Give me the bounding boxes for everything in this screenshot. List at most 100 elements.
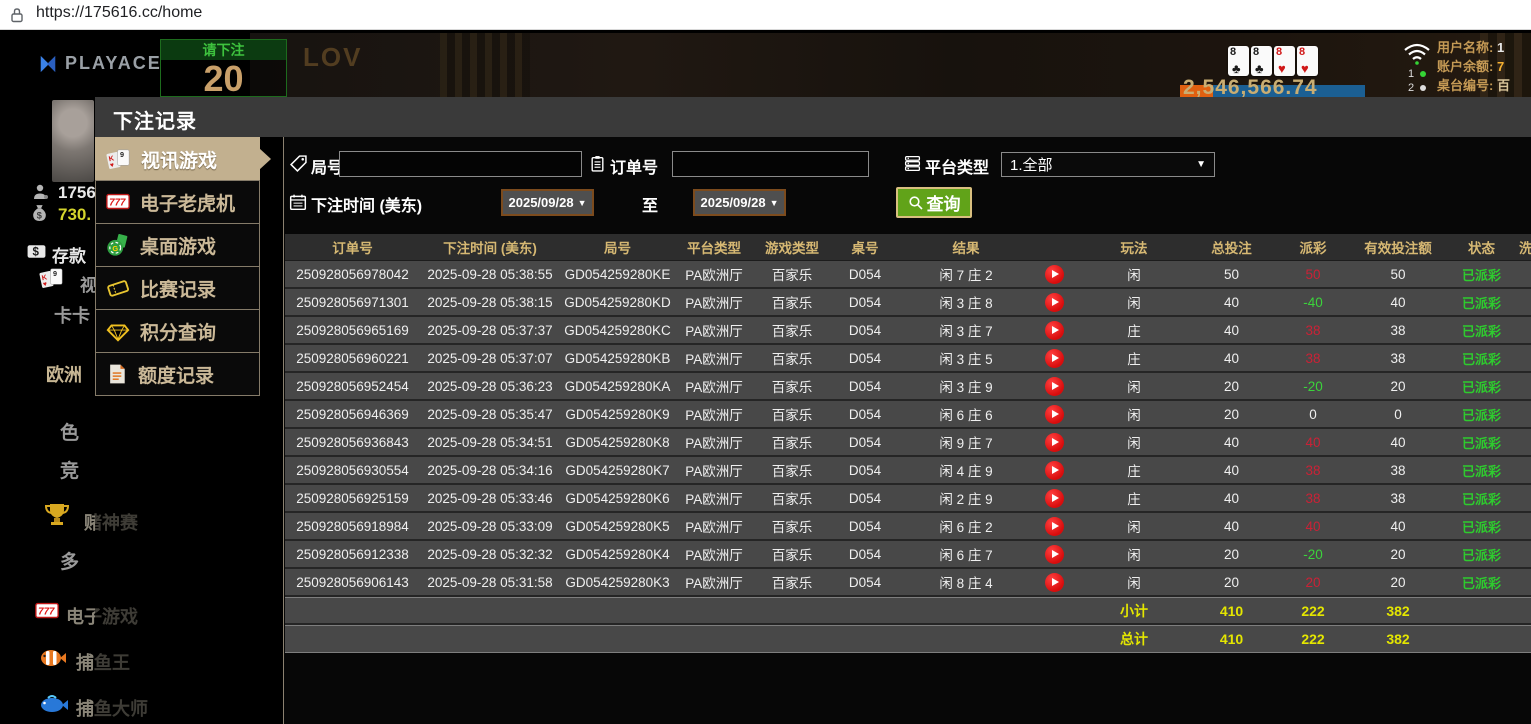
play-video-button[interactable] (1045, 349, 1064, 368)
play-icon (1052, 578, 1059, 586)
balance-row: 账户余额: 7 (1437, 57, 1531, 76)
menu-item-table-games[interactable]: G 桌面游戏 (95, 223, 260, 267)
order-number-label: 订单号 (610, 154, 658, 178)
cell-order-number: 250928056936843 (285, 435, 420, 450)
deposit-icon[interactable]: $ (26, 241, 47, 262)
cell-bet-time: 2025-09-28 05:34:16 (420, 463, 560, 478)
to-label: 至 (642, 192, 658, 216)
col-table: 桌号 (831, 237, 899, 257)
search-button[interactable]: 查询 (896, 187, 972, 218)
play-icon (1052, 438, 1059, 446)
cell-payout: 0 (1274, 407, 1352, 422)
lobby-item-europe[interactable]: 欧洲 (46, 361, 82, 387)
cell-total-bet: 40 (1189, 351, 1274, 366)
play-icon (1052, 494, 1059, 502)
play-icon (1052, 410, 1059, 418)
cell-total-bet: 40 (1189, 323, 1274, 338)
cell-total-bet: 40 (1189, 295, 1274, 310)
play-video-button[interactable] (1045, 517, 1064, 536)
blue-fish-icon[interactable] (38, 689, 68, 719)
cell-result: 闲 3 庄 9 (899, 376, 1079, 396)
seat-1: 1 (1408, 68, 1432, 80)
user-icon (32, 183, 50, 201)
cell-platform: PA欧洲厅 (675, 460, 753, 480)
user-name-row: 用户名称: 1 (1437, 38, 1531, 57)
table-row: 250928056965169 2025-09-28 05:37:37 GD05… (285, 317, 1531, 345)
cell-total-bet: 50 (1189, 267, 1274, 282)
play-video-button[interactable] (1045, 265, 1064, 284)
menu-item-match-records[interactable]: 比赛记录 (95, 266, 260, 310)
clipboard-icon (589, 155, 606, 172)
cell-result: 闲 6 庄 6 (899, 404, 1079, 424)
svg-text:777: 777 (109, 198, 126, 209)
cell-result: 闲 4 庄 9 (899, 460, 1079, 480)
play-video-button[interactable] (1045, 545, 1064, 564)
grand-total-row: 总计 410 222 382 (285, 625, 1531, 653)
play-video-button[interactable] (1045, 461, 1064, 480)
menu-item-label: 桌面游戏 (140, 232, 216, 259)
play-icon (1052, 354, 1059, 362)
cell-table-number: D054 (831, 435, 899, 450)
play-video-button[interactable] (1045, 321, 1064, 340)
cell-total-bet: 20 (1189, 379, 1274, 394)
trophy-icon[interactable] (42, 500, 72, 530)
cell-result: 闲 2 庄 9 (899, 488, 1079, 508)
gem-icon (105, 318, 131, 344)
cell-total-bet: 20 (1189, 575, 1274, 590)
cell-total-bet: 20 (1189, 547, 1274, 562)
playing-card: 8♣ (1228, 46, 1249, 76)
document-icon (105, 362, 129, 386)
lobby-item-kaka[interactable]: 卡卡 (54, 302, 90, 328)
clownfish-icon[interactable] (38, 643, 66, 671)
cell-payout: 38 (1274, 323, 1352, 338)
video-games-icon[interactable]: K♥9 (38, 265, 65, 292)
play-video-button[interactable] (1045, 489, 1064, 508)
play-video-button[interactable] (1045, 405, 1064, 424)
lobby-item-duo[interactable]: 多 (60, 547, 79, 574)
cell-bet-type: 庄 (1079, 460, 1189, 480)
menu-item-quota-records[interactable]: 额度记录 (95, 352, 260, 396)
play-icon (1052, 298, 1059, 306)
cell-bet-time: 2025-09-28 05:32:32 (420, 547, 560, 562)
wifi-icon (1402, 42, 1432, 66)
cell-status: 已派彩 (1444, 405, 1519, 424)
menu-item-slots[interactable]: 777 电子老虎机 (95, 180, 260, 224)
play-icon (1052, 382, 1059, 390)
table-row: 250928056971301 2025-09-28 05:38:15 GD05… (285, 289, 1531, 317)
play-video-button[interactable] (1045, 293, 1064, 312)
cell-round-number: GD054259280K3 (560, 575, 675, 590)
deposit-button[interactable]: 存款 (52, 242, 86, 267)
curtain-decor (440, 33, 530, 97)
lobby-item-se[interactable]: 色 (60, 418, 79, 445)
calendar-icon (289, 193, 307, 211)
cell-status: 已派彩 (1444, 293, 1519, 312)
subtotal-label: 小计 (1079, 601, 1189, 621)
round-number-input[interactable] (339, 151, 582, 177)
cell-order-number: 250928056925159 (285, 491, 420, 506)
date-to-select[interactable]: 2025/09/28▼ (693, 189, 786, 216)
menu-item-label: 视讯游戏 (141, 146, 217, 173)
table-row: 250928056930554 2025-09-28 05:34:16 GD05… (285, 457, 1531, 485)
browser-address-bar[interactable]: https://175616.cc/home (0, 0, 1531, 30)
cell-bet-time: 2025-09-28 05:33:09 (420, 519, 560, 534)
page: https://175616.cc/home LOV PLAYACE 请下注 2… (0, 0, 1531, 724)
lobby-item-jing[interactable]: 竞 (60, 456, 79, 483)
cell-status: 已派彩 (1444, 321, 1519, 340)
col-round: 局号 (560, 237, 675, 257)
cell-result: 闲 3 庄 5 (899, 348, 1079, 368)
menu-item-video-games[interactable]: K♥9 视讯游戏 (95, 137, 260, 181)
order-number-input[interactable] (672, 151, 869, 177)
result-text: 闲 6 庄 7 (939, 548, 992, 563)
platform-type-select[interactable]: 1.全部 ▼ (1001, 152, 1215, 177)
play-video-button[interactable] (1045, 573, 1064, 592)
menu-item-points-query[interactable]: 积分查询 (95, 309, 260, 353)
video-watermark: LOV (303, 42, 362, 73)
cell-bet-type: 庄 (1079, 320, 1189, 340)
date-from-select[interactable]: 2025/09/28▼ (501, 189, 594, 216)
slots-777-icon[interactable]: 777 (34, 598, 60, 624)
col-partial: 洗码量 (1519, 237, 1531, 257)
play-video-button[interactable] (1045, 433, 1064, 452)
svg-text:777: 777 (38, 607, 55, 618)
play-video-button[interactable] (1045, 377, 1064, 396)
url-text[interactable]: https://175616.cc/home (36, 4, 202, 22)
